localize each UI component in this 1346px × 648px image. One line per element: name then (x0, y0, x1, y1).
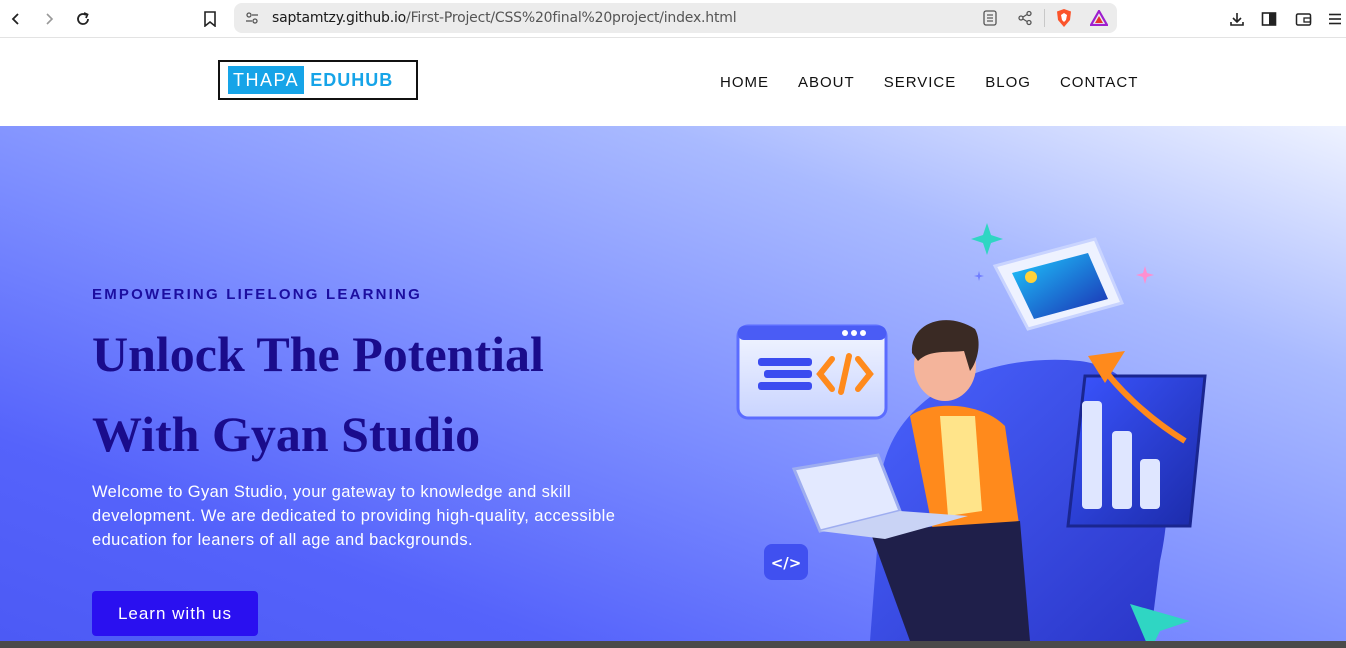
hero-headline: Unlock The Potential With Gyan Studio (92, 314, 692, 474)
browser-toolbar: saptamtzy.github.io/First-Project/CSS%20… (0, 0, 1346, 38)
hero-description: Welcome to Gyan Studio, your gateway to … (92, 483, 616, 549)
hero-headline-line2: With Gyan Studio (92, 406, 481, 462)
sparkle-icon (1136, 266, 1154, 284)
svg-text:</>: </> (771, 554, 802, 572)
share-icon[interactable] (1015, 8, 1035, 28)
address-bar[interactable]: saptamtzy.github.io/First-Project/CSS%20… (234, 3, 1117, 33)
menu-icon[interactable] (1324, 8, 1346, 30)
hero-tagline: EMPOWERING LIFELONG LEARNING (92, 286, 422, 303)
reload-icon[interactable] (71, 7, 95, 31)
forward-icon[interactable] (37, 7, 61, 31)
url-divider (1044, 9, 1045, 27)
download-icon[interactable] (1226, 8, 1248, 30)
image-card (992, 237, 1125, 331)
logo-text-left: THAPA (228, 66, 305, 94)
site-logo[interactable]: THAPA EDUHUB (218, 60, 418, 100)
bookmark-icon[interactable] (198, 7, 222, 31)
url-text[interactable]: saptamtzy.github.io/First-Project/CSS%20… (272, 10, 737, 26)
hero-section: EMPOWERING LIFELONG LEARNING Unlock The … (0, 126, 1346, 641)
nav-link-home[interactable]: HOME (720, 74, 769, 91)
brave-rewards-icon[interactable] (1089, 8, 1109, 28)
brave-shields-icon[interactable] (1054, 8, 1074, 28)
url-path: /First-Project/CSS%20final%20project/ind… (406, 10, 737, 26)
site-info-icon[interactable] (242, 8, 262, 28)
code-badge-icon: </> (764, 544, 808, 580)
wallet-icon[interactable] (1292, 8, 1314, 30)
sparkle-icon (971, 223, 1003, 255)
url-host: saptamtzy.github.io (272, 10, 407, 26)
hero-illustration: </> (736, 223, 1207, 641)
back-icon[interactable] (4, 7, 28, 31)
reader-mode-icon[interactable] (980, 8, 1000, 28)
site-header: THAPA EDUHUB HOME ABOUT SERVICE BLOG CON… (0, 39, 1346, 126)
code-window-card (736, 324, 888, 420)
nav-link-about[interactable]: ABOUT (798, 74, 855, 91)
sparkle-icon (974, 271, 984, 281)
hero-headline-line1: Unlock The Potential (92, 326, 544, 382)
main-nav: HOME ABOUT SERVICE BLOG CONTACT (720, 74, 1138, 91)
nav-link-blog[interactable]: BLOG (985, 74, 1031, 91)
logo-text-right: EDUHUB (304, 66, 400, 94)
nav-link-contact[interactable]: CONTACT (1060, 74, 1138, 91)
bottom-strip (0, 641, 1346, 648)
nav-link-service[interactable]: SERVICE (884, 74, 957, 91)
growth-chart-card (1066, 351, 1207, 528)
sidebar-icon[interactable] (1258, 8, 1280, 30)
learn-with-us-button[interactable]: Learn with us (92, 591, 258, 636)
